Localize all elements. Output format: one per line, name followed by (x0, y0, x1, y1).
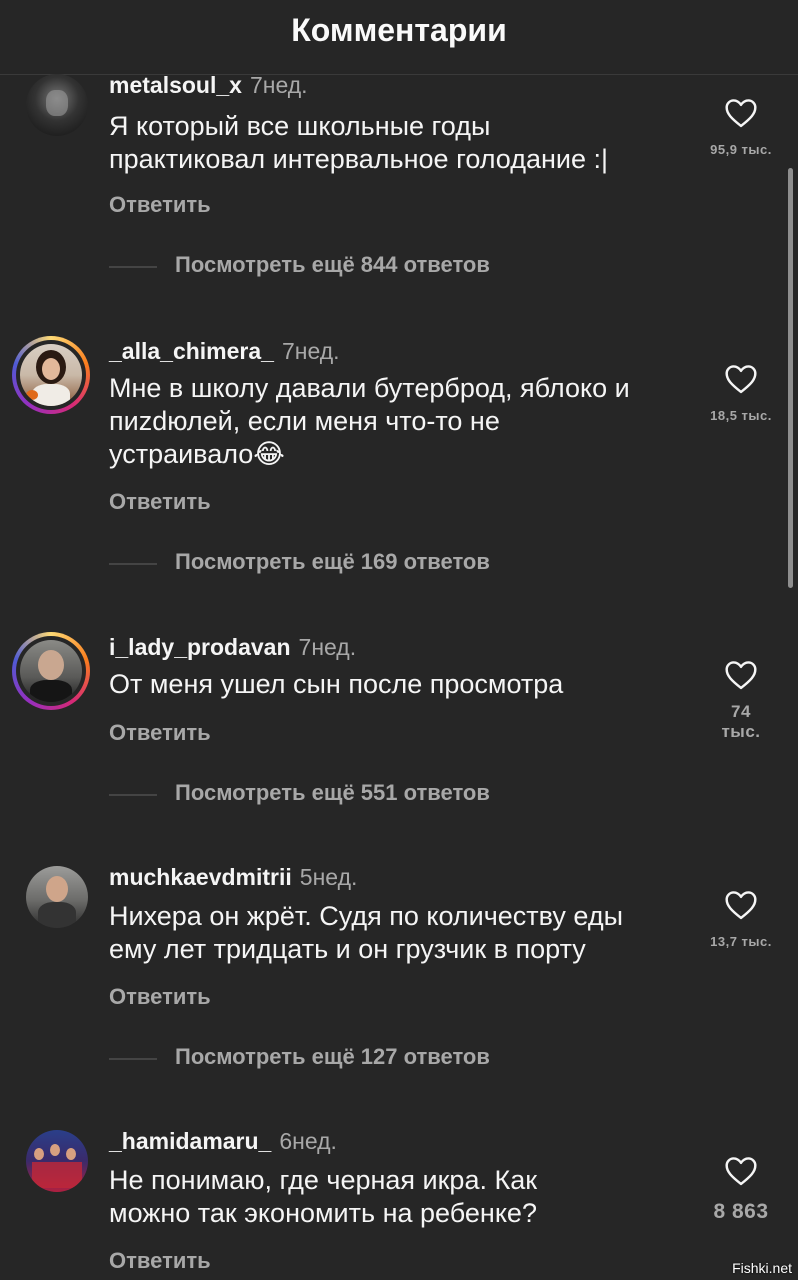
view-replies-label[interactable]: Посмотреть ещё 127 ответов (175, 1044, 490, 1070)
avatar[interactable] (26, 866, 88, 928)
comment-text: От меня ушел сын после просмотра (109, 668, 699, 701)
comment-text-line: Я который все школьные годы (109, 111, 491, 141)
avatar[interactable] (26, 74, 88, 136)
comment-meta: i_lady_prodavan 7нед. (109, 634, 356, 661)
divider (109, 794, 157, 796)
header: Комментарии (0, 0, 798, 75)
avatar[interactable] (12, 632, 90, 710)
heart-icon[interactable] (724, 890, 758, 920)
view-replies-label[interactable]: Посмотреть ещё 169 ответов (175, 549, 490, 575)
reply-button[interactable]: Ответить (109, 984, 211, 1010)
comment-text: Мне в школу давали бутерброд, яблоко и п… (109, 372, 699, 471)
divider (109, 266, 157, 268)
comment-meta: metalsoul_x 7нед. (109, 72, 308, 99)
avatar-story-ring (16, 636, 86, 706)
comment-text-line: Нихера он жрёт. Судя по количеству еды (109, 901, 624, 931)
comment-text-line: От меня ушел сын после просмотра (109, 669, 564, 699)
view-replies-button[interactable]: Посмотреть ещё 127 ответов (109, 1044, 669, 1074)
avatar-image (20, 640, 82, 702)
comment-text-line: пиzdюлей, если меня что-то не (109, 406, 500, 436)
comment-meta: _alla_chimera_ 7нед. (109, 338, 340, 365)
watermark: Fishki.net (732, 1260, 792, 1276)
avatar-story-ring (16, 340, 86, 410)
comment-text: Я который все школьные годы практиковал … (109, 110, 699, 176)
username[interactable]: muchkaevdmitrii (109, 864, 292, 890)
view-replies-label[interactable]: Посмотреть ещё 844 ответов (175, 252, 490, 278)
view-replies-label[interactable]: Посмотреть ещё 551 ответов (175, 780, 490, 806)
reply-button[interactable]: Ответить (109, 192, 211, 218)
comment-text-line: ему лет тридцать и он грузчик в порту (109, 934, 586, 964)
reply-button[interactable]: Ответить (109, 489, 211, 515)
view-replies-button[interactable]: Посмотреть ещё 169 ответов (109, 549, 669, 579)
likes-count: 18,5 тыс. (710, 408, 772, 423)
avatar[interactable] (26, 1130, 88, 1192)
comment-text-line: устраивало😂 (109, 439, 285, 469)
username[interactable]: metalsoul_x (109, 72, 242, 98)
comment-text-line: Мне в школу давали бутерброд, яблоко и (109, 373, 630, 403)
comment-text-line: Не понимаю, где черная икра. Как (109, 1165, 538, 1195)
timestamp: 7нед. (281, 338, 340, 364)
username[interactable]: _hamidamaru_ (109, 1128, 271, 1154)
likes-count: 95,9 тыс. (710, 142, 772, 157)
timestamp: 7нед. (298, 634, 357, 660)
likes-count: 8 863 (713, 1200, 769, 1223)
comment-text-line: можно так экономить на ребенке? (109, 1198, 537, 1228)
like-button[interactable]: 95,9 тыс. (710, 98, 772, 157)
timestamp: 6нед. (279, 1128, 337, 1154)
scrollbar[interactable] (788, 168, 793, 588)
avatar[interactable] (12, 336, 90, 414)
reply-button[interactable]: Ответить (109, 720, 211, 746)
like-button[interactable]: 74 тыс. (710, 660, 772, 742)
page-title: Комментарии (291, 12, 507, 48)
comment-text: Нихера он жрёт. Судя по количеству еды е… (109, 900, 699, 966)
comment-text: Не понимаю, где черная икра. Как можно т… (109, 1164, 699, 1230)
comment-text-line: практиковал интервальное голодание :| (109, 144, 609, 174)
divider (109, 563, 157, 565)
likes-count: 74 тыс. (721, 702, 761, 741)
timestamp: 5нед. (299, 864, 358, 890)
comment-meta: muchkaevdmitrii 5нед. (109, 864, 357, 891)
heart-icon[interactable] (724, 660, 758, 690)
username[interactable]: i_lady_prodavan (109, 634, 291, 660)
heart-icon[interactable] (724, 364, 758, 394)
likes-count: 13,7 тыс. (710, 934, 772, 949)
view-replies-button[interactable]: Посмотреть ещё 551 ответов (109, 780, 669, 810)
avatar-image (20, 344, 82, 406)
like-button[interactable]: 8 863 (710, 1156, 772, 1224)
like-button[interactable]: 18,5 тыс. (710, 364, 772, 423)
heart-icon[interactable] (724, 1156, 758, 1186)
like-button[interactable]: 13,7 тыс. (710, 890, 772, 949)
view-replies-button[interactable]: Посмотреть ещё 844 ответов (109, 252, 669, 282)
reply-button[interactable]: Ответить (109, 1248, 211, 1274)
divider (109, 1058, 157, 1060)
timestamp: 7нед. (249, 72, 308, 98)
heart-icon[interactable] (724, 98, 758, 128)
comment-meta: _hamidamaru_ 6нед. (109, 1128, 337, 1155)
username[interactable]: _alla_chimera_ (109, 338, 274, 364)
